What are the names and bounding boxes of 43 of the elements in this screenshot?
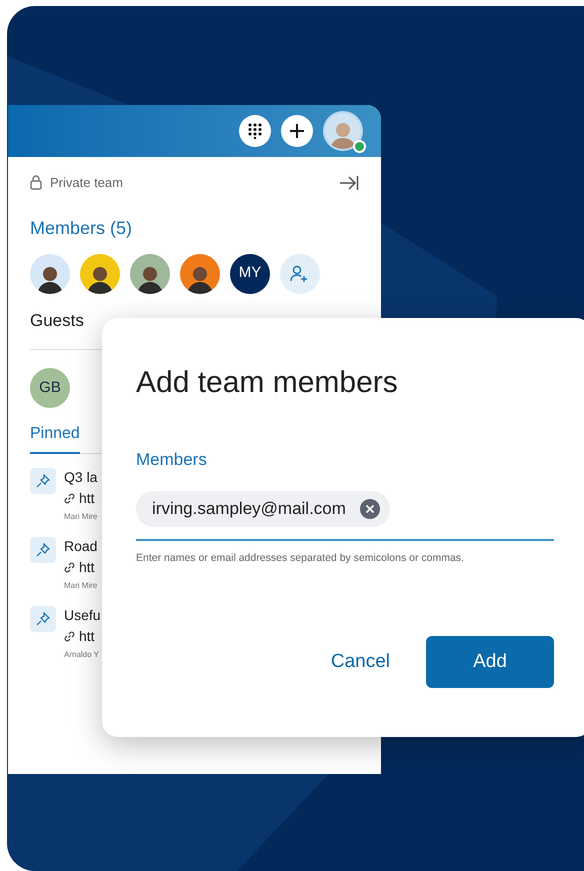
dialpad-icon: [248, 123, 262, 139]
initials-avatar[interactable]: GB: [30, 368, 70, 408]
guests-heading: Guests: [30, 310, 85, 332]
lock-icon: [30, 175, 42, 190]
cancel-button[interactable]: Cancel: [330, 648, 390, 676]
dialpad-button[interactable]: [239, 115, 271, 147]
member-avatar[interactable]: [80, 254, 120, 294]
field-label: Members: [136, 449, 208, 471]
pin-icon: [36, 543, 50, 557]
link-icon: [64, 562, 75, 573]
member-avatar[interactable]: [180, 254, 220, 294]
add-button[interactable]: [281, 115, 313, 147]
pinned-link[interactable]: htt: [79, 488, 95, 509]
pinned-title[interactable]: Road: [64, 537, 98, 555]
link-icon: [64, 631, 75, 642]
link-icon: [64, 493, 75, 504]
pinned-link[interactable]: htt: [79, 626, 95, 647]
collapse-panel-icon[interactable]: [339, 174, 359, 191]
pinned-title[interactable]: Q3 la: [64, 468, 98, 486]
plus-icon: [289, 123, 305, 139]
add-person-icon: [290, 264, 310, 282]
dialog-title: Add team members: [136, 365, 399, 401]
chip-email: irving.sampley@mail.com: [152, 498, 346, 520]
privacy-label: Private team: [50, 174, 123, 192]
pinned-title[interactable]: Usefu: [64, 606, 101, 624]
pin-icon: [36, 612, 50, 626]
initials-avatar[interactable]: MY: [230, 254, 270, 294]
pinned-author: Arnaldo Y: [64, 649, 100, 661]
member-avatar[interactable]: [30, 254, 70, 294]
member-avatar[interactable]: [130, 254, 170, 294]
add-button[interactable]: Add: [426, 636, 554, 688]
pinned-link[interactable]: htt: [79, 557, 95, 578]
members-heading: Members (5): [30, 216, 134, 240]
remove-icon[interactable]: [360, 498, 380, 518]
pinned-author: Mari Mire: [64, 580, 98, 592]
recipient-chip[interactable]: irving.sampley@mail.com: [136, 490, 390, 526]
pinned-author: Mari Mire: [64, 511, 98, 523]
field-hint: Enter names or email addresses separated by semicolons or commas.: [136, 550, 465, 566]
tab[interactable]: Pinned: [30, 422, 80, 454]
add-member-button[interactable]: [280, 254, 320, 294]
members-input-field[interactable]: irving.sampley@mail.com: [136, 490, 554, 540]
pin-icon: [36, 474, 50, 488]
user-avatar[interactable]: [323, 111, 363, 151]
